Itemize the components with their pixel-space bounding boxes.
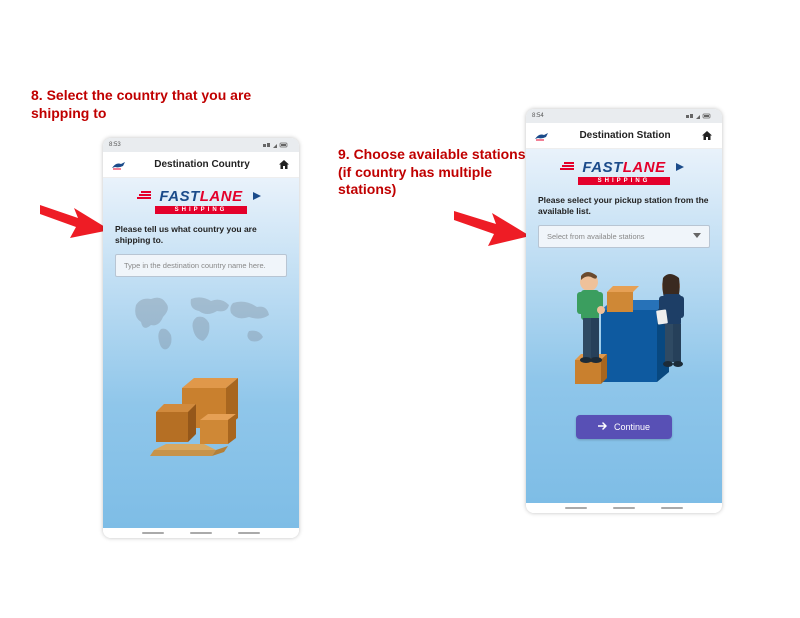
boxes-illustration bbox=[115, 370, 287, 465]
station-select[interactable]: Select from available stations bbox=[538, 225, 710, 248]
fastlane-logo: FASTLANE SHIPPING bbox=[538, 159, 710, 187]
header-title: Destination Country bbox=[154, 159, 250, 170]
prompt-text: Please tell us what country you are ship… bbox=[115, 224, 287, 246]
continue-label: Continue bbox=[614, 422, 650, 432]
logo-lane: LANE bbox=[623, 159, 666, 176]
status-icons bbox=[263, 142, 293, 149]
select-placeholder: Select from available stations bbox=[547, 232, 645, 241]
logo-ship: SHIPPING bbox=[155, 206, 247, 214]
arrow-step-8 bbox=[40, 200, 110, 255]
people-illustration bbox=[538, 256, 710, 401]
home-icon[interactable] bbox=[700, 129, 714, 143]
world-map-illustration bbox=[115, 287, 287, 364]
instruction-step-8: 8. Select the country that you are shipp… bbox=[31, 87, 281, 122]
phone-screenshot-1: 8:53 Destination Country FASTLANE SHIPPI… bbox=[103, 138, 299, 538]
app-header: Destination Country bbox=[103, 152, 299, 178]
status-bar: 8:53 bbox=[103, 138, 299, 152]
logo-fast: FAST bbox=[582, 159, 622, 176]
chevron-down-icon bbox=[693, 232, 701, 241]
status-icons bbox=[686, 113, 716, 120]
status-time: 8:54 bbox=[532, 113, 544, 119]
android-nav-bar bbox=[526, 503, 722, 513]
logo-fast: FAST bbox=[159, 188, 199, 205]
continue-button[interactable]: Continue bbox=[576, 415, 672, 439]
app-header: Destination Station bbox=[526, 123, 722, 149]
header-title: Destination Station bbox=[579, 130, 670, 141]
phone-screenshot-2: 8:54 Destination Station FASTLANE SHIPPI… bbox=[526, 109, 722, 513]
brand-logo bbox=[111, 159, 127, 171]
screen-content: FASTLANE SHIPPING Please tell us what co… bbox=[103, 178, 299, 528]
status-bar: 8:54 bbox=[526, 109, 722, 123]
logo-ship: SHIPPING bbox=[578, 177, 670, 185]
destination-country-input[interactable]: Type in the destination country name her… bbox=[115, 254, 287, 277]
prompt-text: Please select your pickup station from t… bbox=[538, 195, 710, 217]
input-placeholder: Type in the destination country name her… bbox=[124, 261, 266, 270]
android-nav-bar bbox=[103, 528, 299, 538]
status-time: 8:53 bbox=[109, 142, 121, 148]
logo-lane: LANE bbox=[200, 188, 243, 205]
arrow-right-icon bbox=[598, 422, 608, 432]
arrow-step-9 bbox=[454, 206, 530, 261]
brand-logo bbox=[534, 130, 550, 142]
instruction-step-9: 9. Choose available stations (if country… bbox=[338, 146, 538, 199]
home-icon[interactable] bbox=[277, 158, 291, 172]
screen-content: FASTLANE SHIPPING Please select your pic… bbox=[526, 149, 722, 503]
fastlane-logo: FASTLANE SHIPPING bbox=[115, 188, 287, 216]
